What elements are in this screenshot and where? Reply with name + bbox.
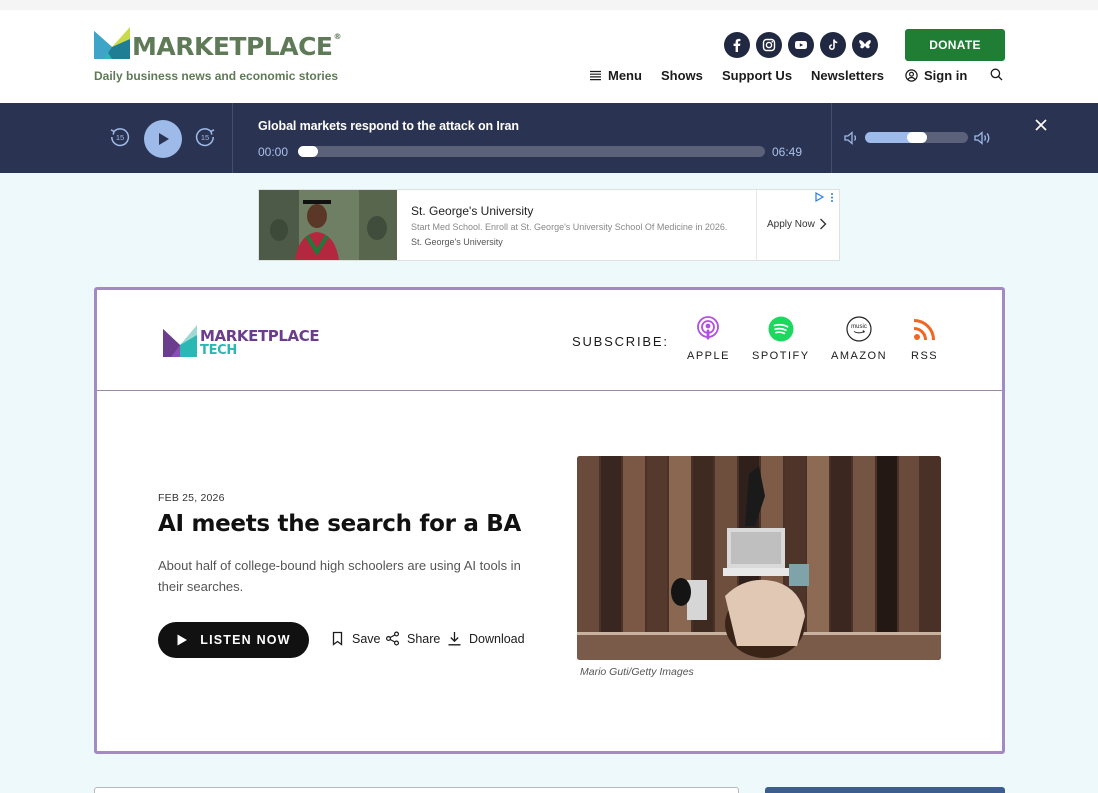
progress-handle[interactable]: [298, 146, 318, 157]
volume-slider[interactable]: [865, 132, 968, 143]
ad-title[interactable]: St. George's University: [411, 204, 533, 218]
subscribe-label: SUBSCRIBE:: [572, 334, 669, 349]
nav-shows-label: Shows: [661, 68, 703, 83]
nav-support-label: Support Us: [722, 68, 793, 83]
ad-photo-graduate: [259, 190, 397, 260]
track-title: Global markets respond to the attack on …: [258, 119, 519, 133]
podcast-logo-line2[interactable]: TECH: [200, 343, 237, 358]
subscribe-apple[interactable]: APPLE: [687, 316, 730, 362]
share-icon: [386, 631, 400, 646]
nav-newsletters[interactable]: Newsletters: [811, 68, 884, 83]
bookmark-icon: [332, 631, 343, 646]
image-credit: Mario Guti/Getty Images: [580, 666, 694, 678]
advertisement[interactable]: St. George's University Start Med School…: [258, 189, 840, 261]
facebook-link[interactable]: [724, 32, 750, 58]
amazon-music-icon: music: [846, 316, 872, 342]
share-label: Share: [407, 631, 441, 646]
ad-cta-label: Apply Now: [767, 218, 815, 230]
current-time: 00:00: [258, 145, 289, 159]
save-button[interactable]: Save: [330, 631, 381, 646]
subscribe-spotify[interactable]: SPOTIFY: [752, 316, 810, 362]
volume-high-icon[interactable]: [974, 130, 992, 146]
site-header: MARKETPLACE® Daily business news and eco…: [0, 0, 1098, 103]
ad-divider: [756, 190, 757, 260]
bluesky-link[interactable]: [852, 32, 878, 58]
search-button[interactable]: [990, 68, 1003, 81]
sidebar-panel: [765, 787, 1005, 793]
skip-back-15-icon[interactable]: 15: [109, 126, 131, 148]
download-icon: [448, 632, 461, 646]
facebook-icon: [733, 38, 741, 52]
donate-button[interactable]: DONATE: [905, 29, 1005, 61]
episode-title[interactable]: AI meets the search for a BA: [158, 511, 521, 537]
audio-player: 15 15 Global markets respond to the atta…: [0, 103, 1098, 173]
subscribe-rss-label: RSS: [911, 350, 939, 362]
progress-slider[interactable]: [298, 146, 765, 157]
rss-icon: [913, 319, 935, 341]
play-icon: [159, 133, 169, 145]
share-button[interactable]: Share: [385, 631, 440, 646]
player-divider: [831, 103, 832, 173]
subscribe-amazon-label: AMAZON: [831, 350, 888, 362]
tiktok-icon: [829, 39, 838, 50]
subscribe-spotify-label: SPOTIFY: [752, 350, 810, 362]
spotify-icon: [768, 316, 794, 342]
ad-apply-button[interactable]: Apply Now: [767, 218, 827, 230]
hamburger-icon: [590, 70, 601, 81]
site-tagline: Daily business news and economic stories: [94, 69, 339, 83]
nav-menu-label: Menu: [608, 68, 642, 83]
download-button[interactable]: Download: [447, 631, 525, 646]
ad-choices-icon[interactable]: [815, 192, 835, 204]
listen-now-button[interactable]: LISTEN NOW: [158, 622, 309, 658]
subscribe-amazon[interactable]: music AMAZON: [831, 316, 887, 362]
youtube-link[interactable]: [788, 32, 814, 58]
skip-back-label: 15: [116, 133, 124, 142]
play-button[interactable]: [144, 120, 182, 158]
content-panel: [94, 787, 739, 793]
marketplace-tech-logo-icon[interactable]: [163, 325, 197, 357]
player-divider: [232, 103, 233, 173]
episode-image[interactable]: [577, 456, 941, 660]
skip-forward-15-icon[interactable]: 15: [194, 126, 216, 148]
play-icon: [177, 634, 188, 646]
ad-description: Start Med School. Enroll at St. George's…: [411, 222, 728, 232]
save-label: Save: [352, 631, 381, 646]
chevron-right-icon: [819, 218, 827, 230]
download-label: Download: [469, 631, 525, 646]
nav-sign-in[interactable]: Sign in: [905, 68, 967, 83]
tiktok-link[interactable]: [820, 32, 846, 58]
instagram-link[interactable]: [756, 32, 782, 58]
user-circle-icon: [905, 69, 918, 82]
apple-podcasts-icon: [697, 316, 720, 340]
svg-text:music: music: [851, 324, 867, 330]
site-logo-text[interactable]: MARKETPLACE®: [132, 32, 341, 61]
close-player-icon[interactable]: [1033, 117, 1049, 133]
ad-image[interactable]: [259, 190, 397, 260]
nav-shows[interactable]: Shows: [661, 68, 703, 83]
subscribe-rss[interactable]: RSS: [911, 316, 938, 362]
marketplace-logo-icon[interactable]: [94, 27, 130, 59]
ad-source: St. George's University: [411, 237, 503, 247]
podcast-header: MARKETPLACE TECH SUBSCRIBE: APPLE SPOTIF…: [97, 290, 1002, 391]
episode-photo-laptop-on-deck: [577, 456, 941, 660]
nav-support-us[interactable]: Support Us: [722, 68, 792, 83]
instagram-icon: [762, 38, 776, 52]
youtube-icon: [795, 41, 807, 49]
subscribe-apple-label: APPLE: [687, 350, 730, 362]
volume-low-icon[interactable]: [843, 130, 861, 146]
episode-date: FEB 25, 2026: [158, 492, 225, 504]
duration-time: 06:49: [772, 145, 803, 159]
skip-forward-label: 15: [201, 133, 209, 142]
nav-menu[interactable]: Menu: [589, 68, 642, 83]
volume-handle[interactable]: [906, 132, 927, 143]
episode-description: About half of college-bound high schoole…: [158, 558, 521, 594]
listen-now-label: LISTEN NOW: [200, 633, 291, 647]
search-icon: [990, 68, 1003, 81]
nav-sign-in-label: Sign in: [924, 68, 968, 83]
podcast-episode-card: MARKETPLACE TECH SUBSCRIBE: APPLE SPOTIF…: [94, 287, 1005, 754]
bluesky-icon: [859, 40, 871, 49]
nav-newsletters-label: Newsletters: [811, 68, 884, 83]
